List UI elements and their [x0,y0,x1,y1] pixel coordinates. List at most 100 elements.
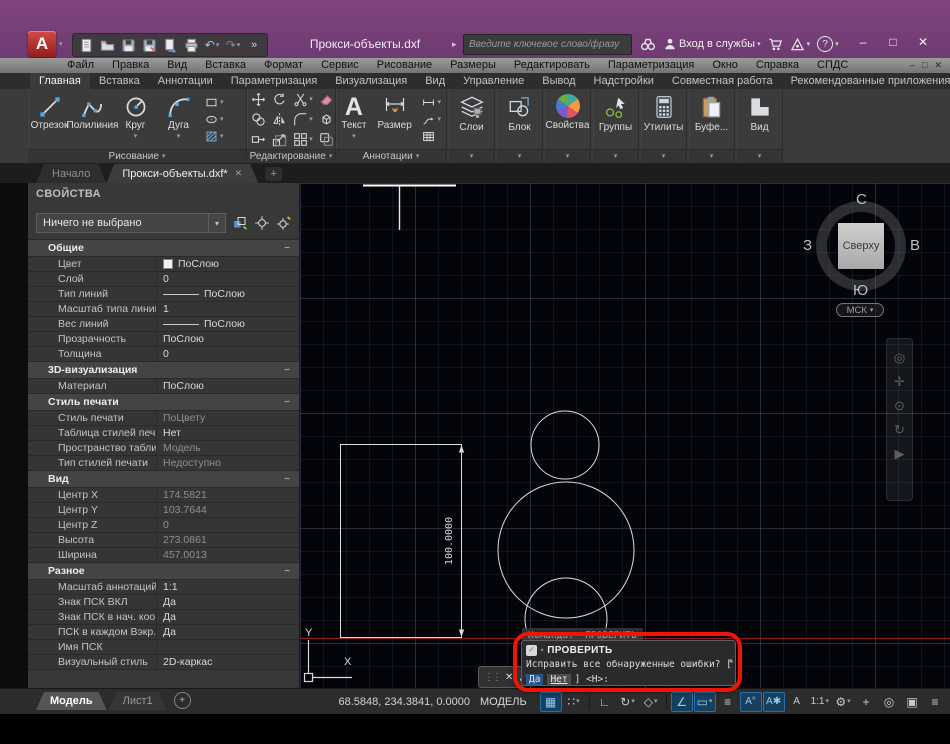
menu-item-8[interactable]: Размеры [441,58,505,73]
dimstyle-tool[interactable]: ▾ [422,96,441,109]
property-value[interactable]: ПоСлою [156,257,299,271]
viewport-scale-button[interactable]: 1:1 ▾ [809,692,831,712]
help-button[interactable]: ? ▾ [817,36,839,52]
menu-item-2[interactable]: Правка [103,58,158,73]
viewcube-west[interactable]: З [803,237,812,254]
property-value[interactable] [156,640,299,654]
chevron-down-icon[interactable]: ▾ [208,214,225,232]
select-objects-button[interactable] [253,213,270,233]
crosshair-button[interactable]: + [855,692,877,712]
ribbon-tab-совместная-работа[interactable]: Совместная работа [663,73,782,89]
property-value[interactable]: 0 [156,347,299,361]
menu-item-6[interactable]: Сервис [312,58,368,73]
search-binoculars-icon[interactable] [640,36,656,52]
redo-icon[interactable]: ↷ ▾ [224,36,242,54]
move-tool[interactable] [248,90,269,110]
explode-tool[interactable] [316,110,337,130]
viewcube-east[interactable]: В [910,237,920,254]
collapse-icon[interactable]: − [284,243,290,254]
property-section-3[interactable]: Стиль печати − [28,394,299,411]
tab-active-document[interactable]: Прокси-объекты.dxf* ✕ [106,164,258,183]
layers-panel-button-label[interactable]: ▾ [449,149,494,163]
ribbon-tab-управление[interactable]: Управление [454,73,533,89]
property-value[interactable]: 2D-каркас [156,655,299,669]
viewcube-north[interactable]: С [856,191,867,208]
signin-button[interactable]: Вход в службы ▾ [663,37,761,51]
quick-select-button[interactable] [231,213,248,233]
settings-gear-button[interactable]: ⚙ ▾ [832,692,854,712]
wcs-dropdown[interactable]: МСК ▾ [836,303,884,317]
hatch-tool[interactable]: ▾ [205,130,224,143]
save-as-icon[interactable] [140,36,158,54]
status-menu-button[interactable]: ≡ [924,692,946,712]
property-value[interactable]: Да [156,625,299,639]
ribbon-tab-рекомендованные-приложения[interactable]: Рекомендованные приложения [782,73,950,89]
close-button[interactable]: ✕ [908,31,938,53]
save-icon[interactable] [119,36,137,54]
table-tool[interactable] [422,130,441,143]
menu-item-5[interactable]: Формат [255,58,312,73]
search-input[interactable] [464,39,631,50]
property-value[interactable]: Да [156,610,299,624]
property-value[interactable]: ПоСлою [156,287,299,301]
dimension-text[interactable]: 100.0000 [444,517,455,565]
pan-icon[interactable]: ✛ [894,375,905,388]
property-section-1[interactable]: Общие − [28,240,299,257]
option-no[interactable]: Нет [547,673,571,685]
ribbon-tab-главная[interactable]: Главная [30,73,90,89]
property-value[interactable]: 457.0013 [156,548,299,562]
ribbon-tab-вывод[interactable]: Вывод [533,73,584,89]
property-value[interactable]: ПоСлою [156,332,299,346]
model-space-button[interactable]: МОДЕЛЬ [480,696,527,708]
polyline-tool[interactable]: Полилиния [67,89,118,150]
collapse-icon[interactable]: − [284,397,290,408]
groups-panel-button-label[interactable]: ▾ [593,149,638,163]
offset-tool[interactable] [316,130,337,150]
ortho-toggle[interactable]: ∟ [594,692,616,712]
property-value[interactable]: 174.5821 [156,488,299,502]
line-tool[interactable]: Отрезок [28,89,71,150]
doc-close-button[interactable]: ✕ [934,61,942,70]
property-value[interactable]: Модель [156,441,299,455]
view-panel-button-label[interactable]: ▾ [737,149,782,163]
ribbon-tab-аннотации[interactable]: Аннотации [149,73,222,89]
viewcube-south[interactable]: Ю [853,282,868,299]
block-panel-button-label[interactable]: ▾ [497,149,542,163]
clipboard-panel-button-label[interactable]: ▾ [689,149,734,163]
ribbon-tab-параметризация[interactable]: Параметризация [222,73,326,89]
property-value[interactable]: 0 [156,272,299,286]
arc-tool[interactable]: Дуга ▾ [157,89,200,150]
grid-toggle[interactable]: ▦ [539,691,562,712]
drawn-circle-large[interactable] [497,481,635,619]
leader-tool[interactable]: ▾ [422,113,441,126]
doc-minimize-button[interactable]: – [910,61,915,70]
app-menu-button[interactable]: A ▾ [28,29,66,59]
ribbon-tab-визуализация[interactable]: Визуализация [326,73,416,89]
properties-panel-button-label[interactable]: ▾ [545,149,590,163]
property-value[interactable]: 0 [156,518,299,532]
a360-icon[interactable]: ▾ [790,37,810,52]
mirror-tool[interactable] [269,110,290,130]
add-layout-button[interactable]: + [173,692,191,709]
object-type-dropdown[interactable]: Ничего не выбрано ▾ [36,213,226,233]
property-value[interactable]: 1 [156,302,299,316]
scale-tool[interactable] [269,130,290,150]
doc-restore-button[interactable]: □ [922,61,927,70]
array-tool[interactable]: ▾ [290,130,316,150]
drag-handle[interactable]: ⋮⋮ [484,672,502,683]
menu-item-7[interactable]: Рисование [368,58,441,73]
isodraft-toggle[interactable]: ◇ ▾ [640,692,662,712]
close-icon[interactable]: ✕ [235,168,243,179]
stretch-tool[interactable] [248,130,269,150]
property-section-4[interactable]: Вид − [28,471,299,488]
orbit-icon[interactable]: ↻ [894,423,905,436]
lineweight-toggle[interactable]: ≡ [717,692,739,712]
drawn-circle-top[interactable] [530,410,600,480]
close-icon[interactable]: ✕ [505,672,513,683]
search-history-icon[interactable]: ▸ [452,39,463,50]
utilities-panel-button-label[interactable]: ▾ [641,149,686,163]
new-file-icon[interactable] [77,36,95,54]
menu-item-4[interactable]: Вставка [196,58,255,73]
osnap-toggle[interactable]: ∠ [670,691,693,712]
fillet-tool[interactable]: ▾ [290,110,316,130]
